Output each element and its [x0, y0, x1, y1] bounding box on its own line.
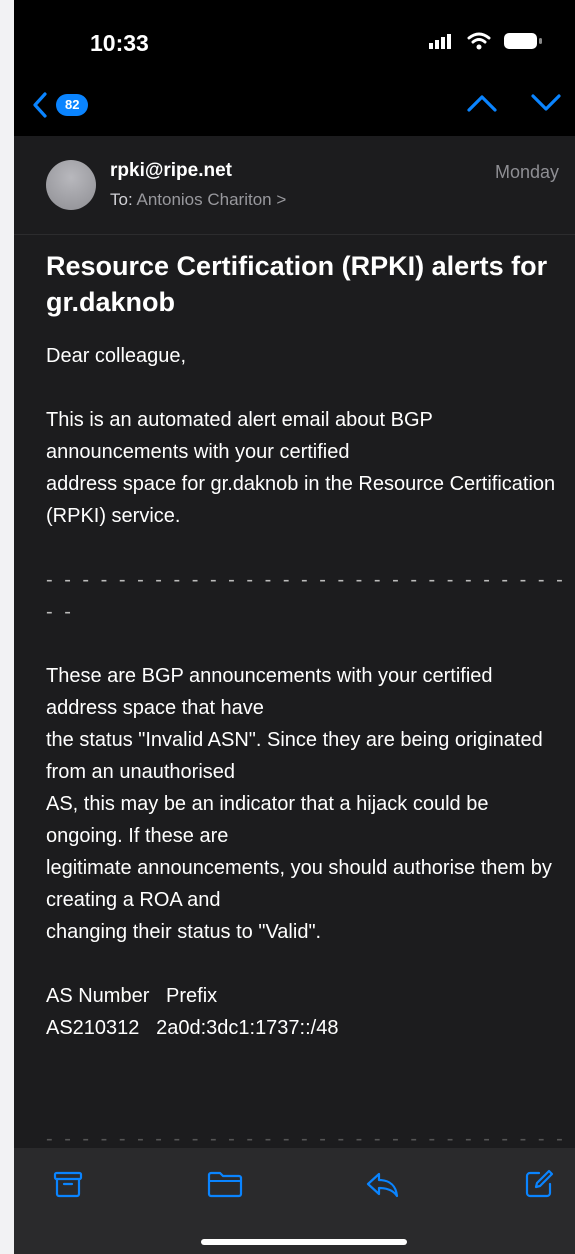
- battery-icon: [504, 33, 542, 49]
- back-button[interactable]: 82: [32, 92, 89, 118]
- compose-icon: [525, 1169, 554, 1198]
- as-table-row: AS210312 2a0d:3dc1:1737::/48: [46, 1017, 339, 1039]
- alert-paragraph: These are BGP announcements with your ce…: [46, 665, 552, 943]
- status-time: 10:33: [90, 30, 149, 56]
- to-label: To:: [110, 190, 133, 209]
- archive-icon: [53, 1171, 83, 1198]
- greeting: Dear colleague,: [46, 345, 187, 367]
- message-body: Dear colleague, This is an automated ale…: [46, 340, 566, 1044]
- message-header: rpki@ripe.net To: Antonios Chariton > Mo…: [14, 136, 575, 235]
- compose-button[interactable]: [517, 1162, 561, 1206]
- recipient-name: Antonios Chariton >: [136, 190, 287, 209]
- separator-line: - - - - - - - - - - - - - - - - - - - - …: [46, 569, 566, 623]
- cellular-signal-icon: [429, 34, 451, 49]
- message-subject: Resource Certification (RPKI) alerts for…: [46, 251, 548, 317]
- intro-paragraph: This is an automated alert email about B…: [46, 409, 556, 527]
- reply-button[interactable]: [360, 1162, 404, 1206]
- chevron-left-icon: [33, 92, 47, 118]
- sender-avatar[interactable]: [46, 160, 96, 210]
- bottom-toolbar: [14, 1148, 575, 1254]
- message-date: Monday: [494, 162, 559, 182]
- chevron-up-icon[interactable]: [467, 94, 497, 112]
- folder-icon: [207, 1171, 243, 1198]
- move-to-folder-button[interactable]: [203, 1162, 247, 1206]
- home-indicator[interactable]: [201, 1239, 407, 1245]
- status-bar: 10:33: [14, 0, 575, 80]
- navigation-bar: 82: [14, 80, 575, 136]
- message-navigation: [467, 94, 561, 112]
- sender-address[interactable]: rpki@ripe.net: [110, 160, 232, 182]
- mail-app-screen: 10:33 82 rpki@ripe.net To: Antonios Char…: [14, 0, 575, 1254]
- message-content: Resource Certification (RPKI) alerts for…: [46, 248, 566, 1044]
- reply-icon: [366, 1172, 399, 1198]
- as-table-header: AS Number Prefix: [46, 985, 218, 1007]
- chevron-down-icon[interactable]: [531, 94, 561, 112]
- wifi-icon: [467, 32, 491, 50]
- unread-count-badge: 82: [56, 94, 89, 116]
- status-icons: [429, 32, 543, 50]
- recipient-line[interactable]: To: Antonios Chariton >: [110, 190, 286, 210]
- archive-button[interactable]: [46, 1162, 90, 1206]
